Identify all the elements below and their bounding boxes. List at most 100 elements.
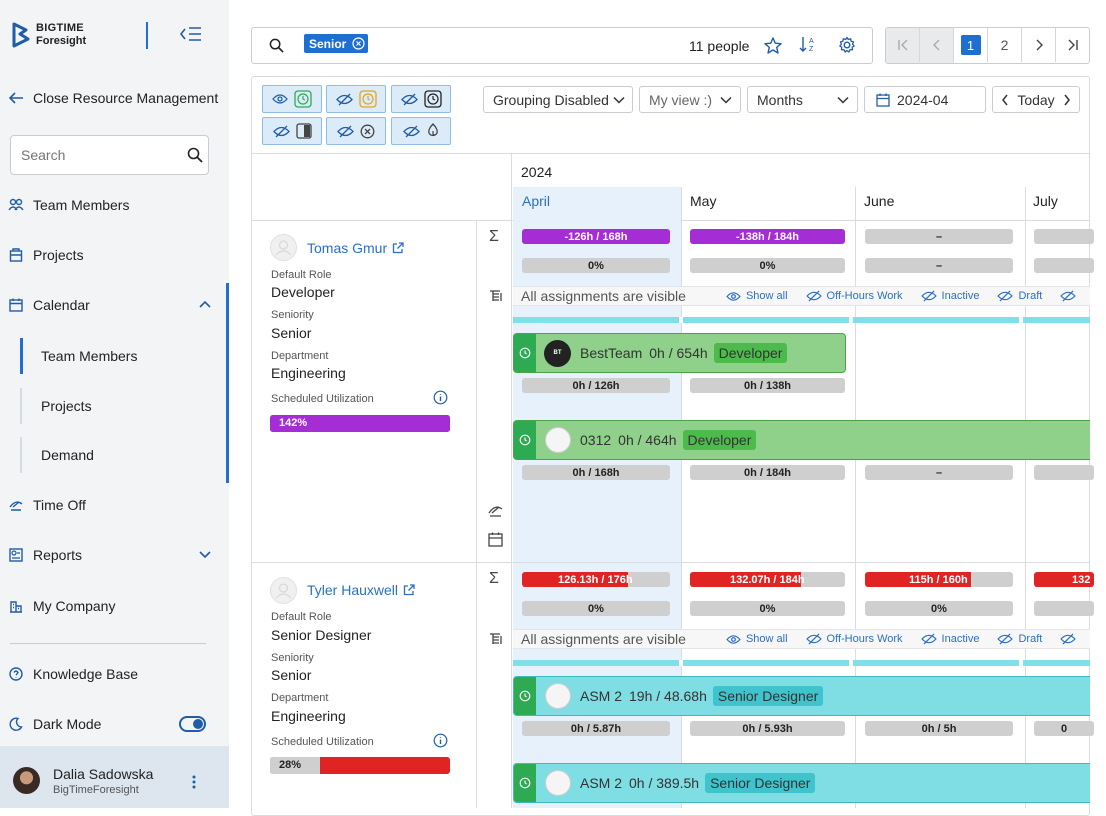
chevron-right-icon[interactable] (1063, 94, 1071, 106)
month-percent-pill: 0% (522, 258, 670, 273)
info-icon[interactable] (433, 733, 448, 748)
external-link-icon[interactable] (403, 584, 415, 596)
person-name-link[interactable]: Tyler Hauxwell (307, 582, 415, 598)
team-icon (8, 197, 24, 213)
month-percent-pill: 0% (522, 601, 670, 616)
view-dropdown[interactable]: My view :) (639, 86, 741, 113)
last-page-icon[interactable] (1056, 28, 1089, 62)
inactive-toggle[interactable]: Inactive (920, 633, 979, 645)
more-toggle-icon[interactable] (1060, 633, 1081, 645)
people-search-bar[interactable]: Senior 11 people AZ (251, 27, 873, 64)
subitem-label: Demand (41, 447, 94, 463)
sidebar-item-projects[interactable]: Projects (0, 237, 229, 273)
month-percent-pill: 0% (865, 601, 1013, 616)
assignment-name: ASM 2 (580, 688, 623, 704)
sidebar-item-calendar[interactable]: Calendar (0, 287, 229, 323)
eye-off-icon (400, 93, 418, 106)
prev-page-icon[interactable] (920, 28, 954, 62)
more-toggle-icon[interactable] (1060, 290, 1081, 302)
user-card[interactable]: Dalia Sadowska BigTimeForesight (0, 746, 229, 808)
brand-name: BIGTIME (36, 22, 84, 34)
today-button[interactable]: Today (1017, 92, 1054, 108)
utilization-value: 28% (279, 759, 302, 771)
chevron-up-icon[interactable] (198, 299, 212, 309)
month-percent-pill (1034, 258, 1094, 273)
assignment-handle[interactable] (514, 334, 536, 372)
month-header-april[interactable]: April (522, 193, 550, 209)
sidebar-item-time-off[interactable]: Time Off (0, 487, 229, 523)
month-percent-pill: – (865, 258, 1013, 273)
off-hours-toggle[interactable]: Off-Hours Work (805, 290, 903, 302)
gear-icon[interactable] (838, 36, 856, 54)
toggle-visible-clock[interactable] (262, 85, 322, 113)
sidebar-item-my-company[interactable]: My Company (0, 588, 229, 624)
seniority-label: Seniority (271, 309, 314, 321)
external-link-icon[interactable] (392, 242, 404, 254)
month-percent-pill: 0% (690, 258, 845, 273)
chevron-down-icon[interactable] (198, 550, 212, 560)
collapse-menu-icon[interactable] (179, 24, 203, 44)
toggle-hidden-cancel[interactable] (326, 117, 386, 145)
off-hours-toggle[interactable]: Off-Hours Work (805, 633, 903, 645)
date-picker[interactable]: 2024-04 (864, 86, 986, 113)
draft-toggle[interactable]: Draft (997, 290, 1042, 302)
page-2-button[interactable]: 2 (988, 28, 1022, 62)
toggle-hidden-draft[interactable] (391, 117, 451, 145)
sigma-icon: Σ (489, 570, 499, 587)
assignment-bar[interactable]: ASM 2 0h / 389.5h Senior Designer (513, 763, 1090, 803)
more-vertical-icon[interactable] (192, 775, 196, 789)
draft-toggle[interactable]: Draft (997, 633, 1042, 645)
assignment-handle[interactable] (514, 421, 536, 459)
assignment-bar[interactable]: BT BestTeam 0h / 654h Developer (513, 333, 846, 373)
help-circle-icon (8, 666, 24, 682)
first-page-icon[interactable] (886, 28, 920, 62)
filter-chip-senior[interactable]: Senior (304, 34, 369, 53)
person-name-link[interactable]: Tomas Gmur (307, 240, 404, 256)
time-off-icon[interactable] (487, 503, 504, 518)
sidebar-subitem-demand[interactable]: Demand (20, 437, 229, 473)
sidebar-item-reports[interactable]: Reports (0, 537, 229, 573)
calendar-icon[interactable] (488, 532, 503, 547)
month-header-june[interactable]: June (864, 193, 894, 209)
close-circle-icon[interactable] (352, 37, 365, 50)
sort-az-icon[interactable]: AZ (798, 35, 816, 55)
inactive-toggle[interactable]: Inactive (920, 290, 979, 302)
assignment-bar[interactable]: ASM 2 19h / 48.68h Senior Designer (513, 676, 1090, 716)
assignment-hours: 0h / 654h (649, 345, 708, 361)
toggle-hidden-clock-dark[interactable] (391, 85, 451, 113)
assignment-month-pill: 0 (1034, 721, 1094, 736)
sidebar-item-knowledge-base[interactable]: Knowledge Base (0, 656, 229, 692)
sidebar-search-input[interactable] (21, 147, 181, 163)
assignment-handle[interactable] (514, 764, 536, 802)
show-all-button[interactable]: Show all (726, 633, 788, 645)
search-icon[interactable] (187, 147, 203, 163)
sidebar-subitem-projects[interactable]: Projects (20, 388, 229, 424)
dark-mode-toggle[interactable] (179, 716, 206, 732)
sidebar-subitem-team-members[interactable]: Team Members (20, 338, 229, 374)
grouping-dropdown[interactable]: Grouping Disabled (483, 86, 633, 113)
assignments-tree-icon[interactable] (488, 288, 504, 304)
sidebar-item-team-members[interactable]: Team Members (0, 187, 229, 223)
month-header-july[interactable]: July (1033, 193, 1058, 209)
project-logo (545, 770, 571, 796)
year-label: 2024 (521, 164, 553, 180)
close-resource-management[interactable]: Close Resource Management (0, 80, 229, 116)
project-logo: BT (544, 339, 571, 367)
page-1-button[interactable]: 1 (954, 28, 988, 62)
month-header-may[interactable]: May (690, 193, 716, 209)
next-page-icon[interactable] (1022, 28, 1056, 62)
period-dropdown[interactable]: Months (747, 86, 858, 113)
show-all-button[interactable]: Show all (726, 290, 788, 302)
chevron-left-icon[interactable] (1001, 94, 1009, 106)
sigma-icon: Σ (489, 228, 499, 245)
info-icon[interactable] (433, 390, 448, 405)
assignment-bar[interactable]: 0312 0h / 464h Developer (513, 420, 1090, 460)
toggle-hidden-inactive[interactable] (262, 117, 322, 145)
half-square-icon (295, 123, 312, 139)
assignments-tree-icon[interactable] (488, 631, 504, 647)
assignment-name: 0312 (580, 432, 612, 448)
brand-logo[interactable]: BIGTIME Foresight (12, 22, 86, 48)
assignment-handle[interactable] (514, 677, 536, 715)
toggle-hidden-clock-orange[interactable] (326, 85, 386, 113)
star-icon[interactable] (764, 37, 782, 54)
